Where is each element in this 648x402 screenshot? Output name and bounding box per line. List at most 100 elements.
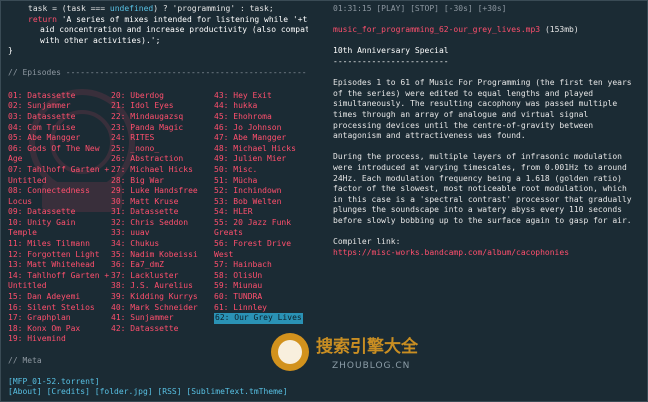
code-block: task = (task === undefined) ? 'programmi… [8, 4, 308, 57]
title-rule: ------------------------ [333, 56, 449, 66]
episode-link[interactable]: 18: Konx Om Pax [8, 324, 84, 333]
episode-link[interactable]: 57: Hainbach [214, 260, 276, 269]
episode-item: 52: Inchindown [214, 186, 308, 197]
episode-link[interactable]: 10: Unity Gain Temple [8, 218, 75, 238]
episode-link[interactable]: 30: Matt Kruse [111, 197, 182, 206]
episode-link[interactable]: 16: Silent Stelios [8, 303, 99, 312]
episode-link[interactable]: 09: Datassette [8, 207, 79, 216]
episode-link[interactable]: 49: Julien Mier [214, 154, 290, 163]
episode-link[interactable]: 42: Datassette [111, 324, 182, 333]
episode-item: 31: Datassette [111, 207, 214, 218]
episode-link[interactable]: 36: Ea7_dmZ [111, 260, 168, 269]
episode-link[interactable]: 33: uuav [111, 228, 154, 237]
episode-link[interactable]: 12: Forgotten Light [8, 250, 104, 259]
compiler-link[interactable]: https://misc-works.bandcamp.com/album/ca… [333, 248, 641, 259]
rss-link[interactable]: RSS [162, 387, 176, 396]
episode-link[interactable]: 40: Mark Schneider [111, 303, 202, 312]
episode-link[interactable]: 15: Dan Adeyemi [8, 292, 84, 301]
episode-link[interactable]: 51: Mücha [214, 176, 261, 185]
episode-link[interactable]: 11: Miles Tilmann [8, 239, 94, 248]
folder-jpg-link[interactable]: folder.jpg [100, 387, 148, 396]
episode-link[interactable]: 59: Miunau [214, 281, 266, 290]
forward-button[interactable]: [+30s] [478, 4, 507, 13]
episode-link[interactable]: 27: Michael Hicks [111, 165, 197, 174]
episode-link[interactable]: 05: Abe Mangger [8, 133, 84, 142]
article-title: 10th Anniversary Special [333, 46, 449, 56]
episode-item: 04: Com Truise [8, 123, 111, 134]
rewind-button[interactable]: [-30s] [444, 4, 473, 13]
episode-link[interactable]: 38: J.S. Aurelius [111, 281, 197, 290]
episode-link[interactable]: 26: Abstraction [111, 154, 187, 163]
episode-link[interactable]: 20: Uberdog [111, 91, 168, 100]
stop-button[interactable]: [STOP] [410, 4, 439, 13]
episode-item: 12: Forgotten Light [8, 250, 111, 261]
episode-link[interactable]: 53: Bob Welten [214, 197, 285, 206]
episode-item: 54: HLER [214, 207, 308, 218]
episode-link[interactable]: 34: Chukus [111, 239, 163, 248]
episode-item: 60: TUNDRA [214, 292, 308, 303]
episode-link[interactable]: 35: Nadim Kobeissi [111, 250, 202, 259]
episode-link[interactable]: 21: Idol Eyes [111, 101, 178, 110]
episode-link[interactable]: 54: HLER [214, 207, 257, 216]
episode-link[interactable]: 07: Tahlhoff Garten + Untitled [8, 165, 109, 185]
episode-link[interactable]: 43: Hey Exit [214, 91, 276, 100]
episode-link[interactable]: 56: Forest Drive West [214, 239, 291, 259]
episode-item: 03: Datassette [8, 112, 111, 123]
play-button[interactable]: [PLAY] [376, 4, 405, 13]
episode-link[interactable]: 29: Luke Handsfree [111, 186, 202, 195]
episode-item: 11: Miles Tilmann [8, 239, 111, 250]
episode-link[interactable]: 58: OlisUn [214, 271, 266, 280]
episode-link[interactable]: 60: TUNDRA [214, 292, 266, 301]
episode-item: 25: _nono_ [111, 144, 214, 155]
episode-link[interactable]: 28: Big War [111, 176, 168, 185]
episode-link[interactable]: 08: Connectedness Locus [8, 186, 90, 206]
episode-link[interactable]: 44: hukka [214, 101, 261, 110]
code-line-3: aid concentration and increase productiv… [8, 25, 308, 36]
episode-link[interactable]: 46: Jo Johnson [214, 123, 285, 132]
episode-item: 62: Our Grey Lives [214, 313, 308, 324]
episode-link[interactable]: 19: Hivemind [8, 334, 70, 343]
torrent-link[interactable]: MFP_01-52.torrent [13, 377, 95, 386]
download-link[interactable]: music_for_programming_62-our_grey_lives.… [333, 25, 540, 34]
compiler-label: Compiler link: [333, 237, 401, 247]
episode-link[interactable]: 03: Datassette [8, 112, 79, 121]
episode-item: 58: OlisUn [214, 271, 308, 282]
left-panel: task = (task === undefined) ? 'programmi… [8, 4, 308, 398]
episode-link[interactable]: 23: Panda Magic [111, 123, 187, 132]
episode-column-2: 20: Uberdog 21: Idol Eyes 22: Mindaugazsq 2… [111, 91, 214, 345]
episode-link[interactable]: 39: Kidding Kurrys [111, 292, 202, 301]
episode-link[interactable]: 52: Inchindown [214, 186, 285, 195]
episode-link[interactable]: 62: Our Grey Lives [214, 313, 303, 324]
about-link[interactable]: About [13, 387, 37, 396]
episode-link[interactable]: 01: Datassette [8, 91, 79, 100]
episode-link[interactable]: 22: Mindaugazsq [111, 112, 187, 121]
episode-link[interactable]: 41: Sunjammer [111, 313, 178, 322]
meta-torrent-row: [MFP_01-52.torrent] [8, 376, 100, 386]
episode-link[interactable]: 04: Com Truise [8, 123, 79, 132]
episode-link[interactable]: 45: Ehohroma [214, 112, 276, 121]
episode-link[interactable]: 48: Michael Hicks [214, 144, 300, 153]
episode-item: 27: Michael Hicks [111, 165, 214, 176]
episode-item: 05: Abe Mangger [8, 133, 111, 144]
episode-link[interactable]: 61: Linnley [214, 303, 271, 312]
sublimetext-tmtheme-link[interactable]: SublimeText.tmTheme [191, 387, 283, 396]
code-literal: undefined [109, 4, 154, 13]
episode-link[interactable]: 13: Matt Whitehead [8, 260, 99, 269]
episode-link[interactable]: 50: Misc. [214, 165, 261, 174]
episode-link[interactable]: 55: 20 Jazz Funk Greats [214, 218, 291, 238]
episode-item: 14: Tahlhoff Garten + Untitled [8, 271, 111, 292]
episode-link[interactable]: 37: Lackluster [111, 271, 182, 280]
episode-link[interactable]: 17: Graphplan [8, 313, 75, 322]
episode-item: 49: Julien Mier [214, 154, 308, 165]
episode-link[interactable]: 32: Chris Seddon [111, 218, 192, 227]
episode-link[interactable]: 25: _nono_ [111, 144, 163, 153]
episode-item: 51: Mücha [214, 176, 308, 187]
credits-link[interactable]: Credits [51, 387, 85, 396]
episode-link[interactable]: 14: Tahlhoff Garten + Untitled [8, 271, 109, 291]
episode-link[interactable]: 06: Gods Of The New Age [8, 144, 100, 164]
episode-link[interactable]: 24: RITES [111, 133, 158, 142]
episode-link[interactable]: 31: Datassette [111, 207, 182, 216]
episode-link[interactable]: 47: Abe Mangger [214, 133, 290, 142]
episode-list: 01: Datassette 02: Sunjammer 03: Datassett… [8, 91, 308, 345]
episode-link[interactable]: 02: Sunjammer [8, 101, 75, 110]
